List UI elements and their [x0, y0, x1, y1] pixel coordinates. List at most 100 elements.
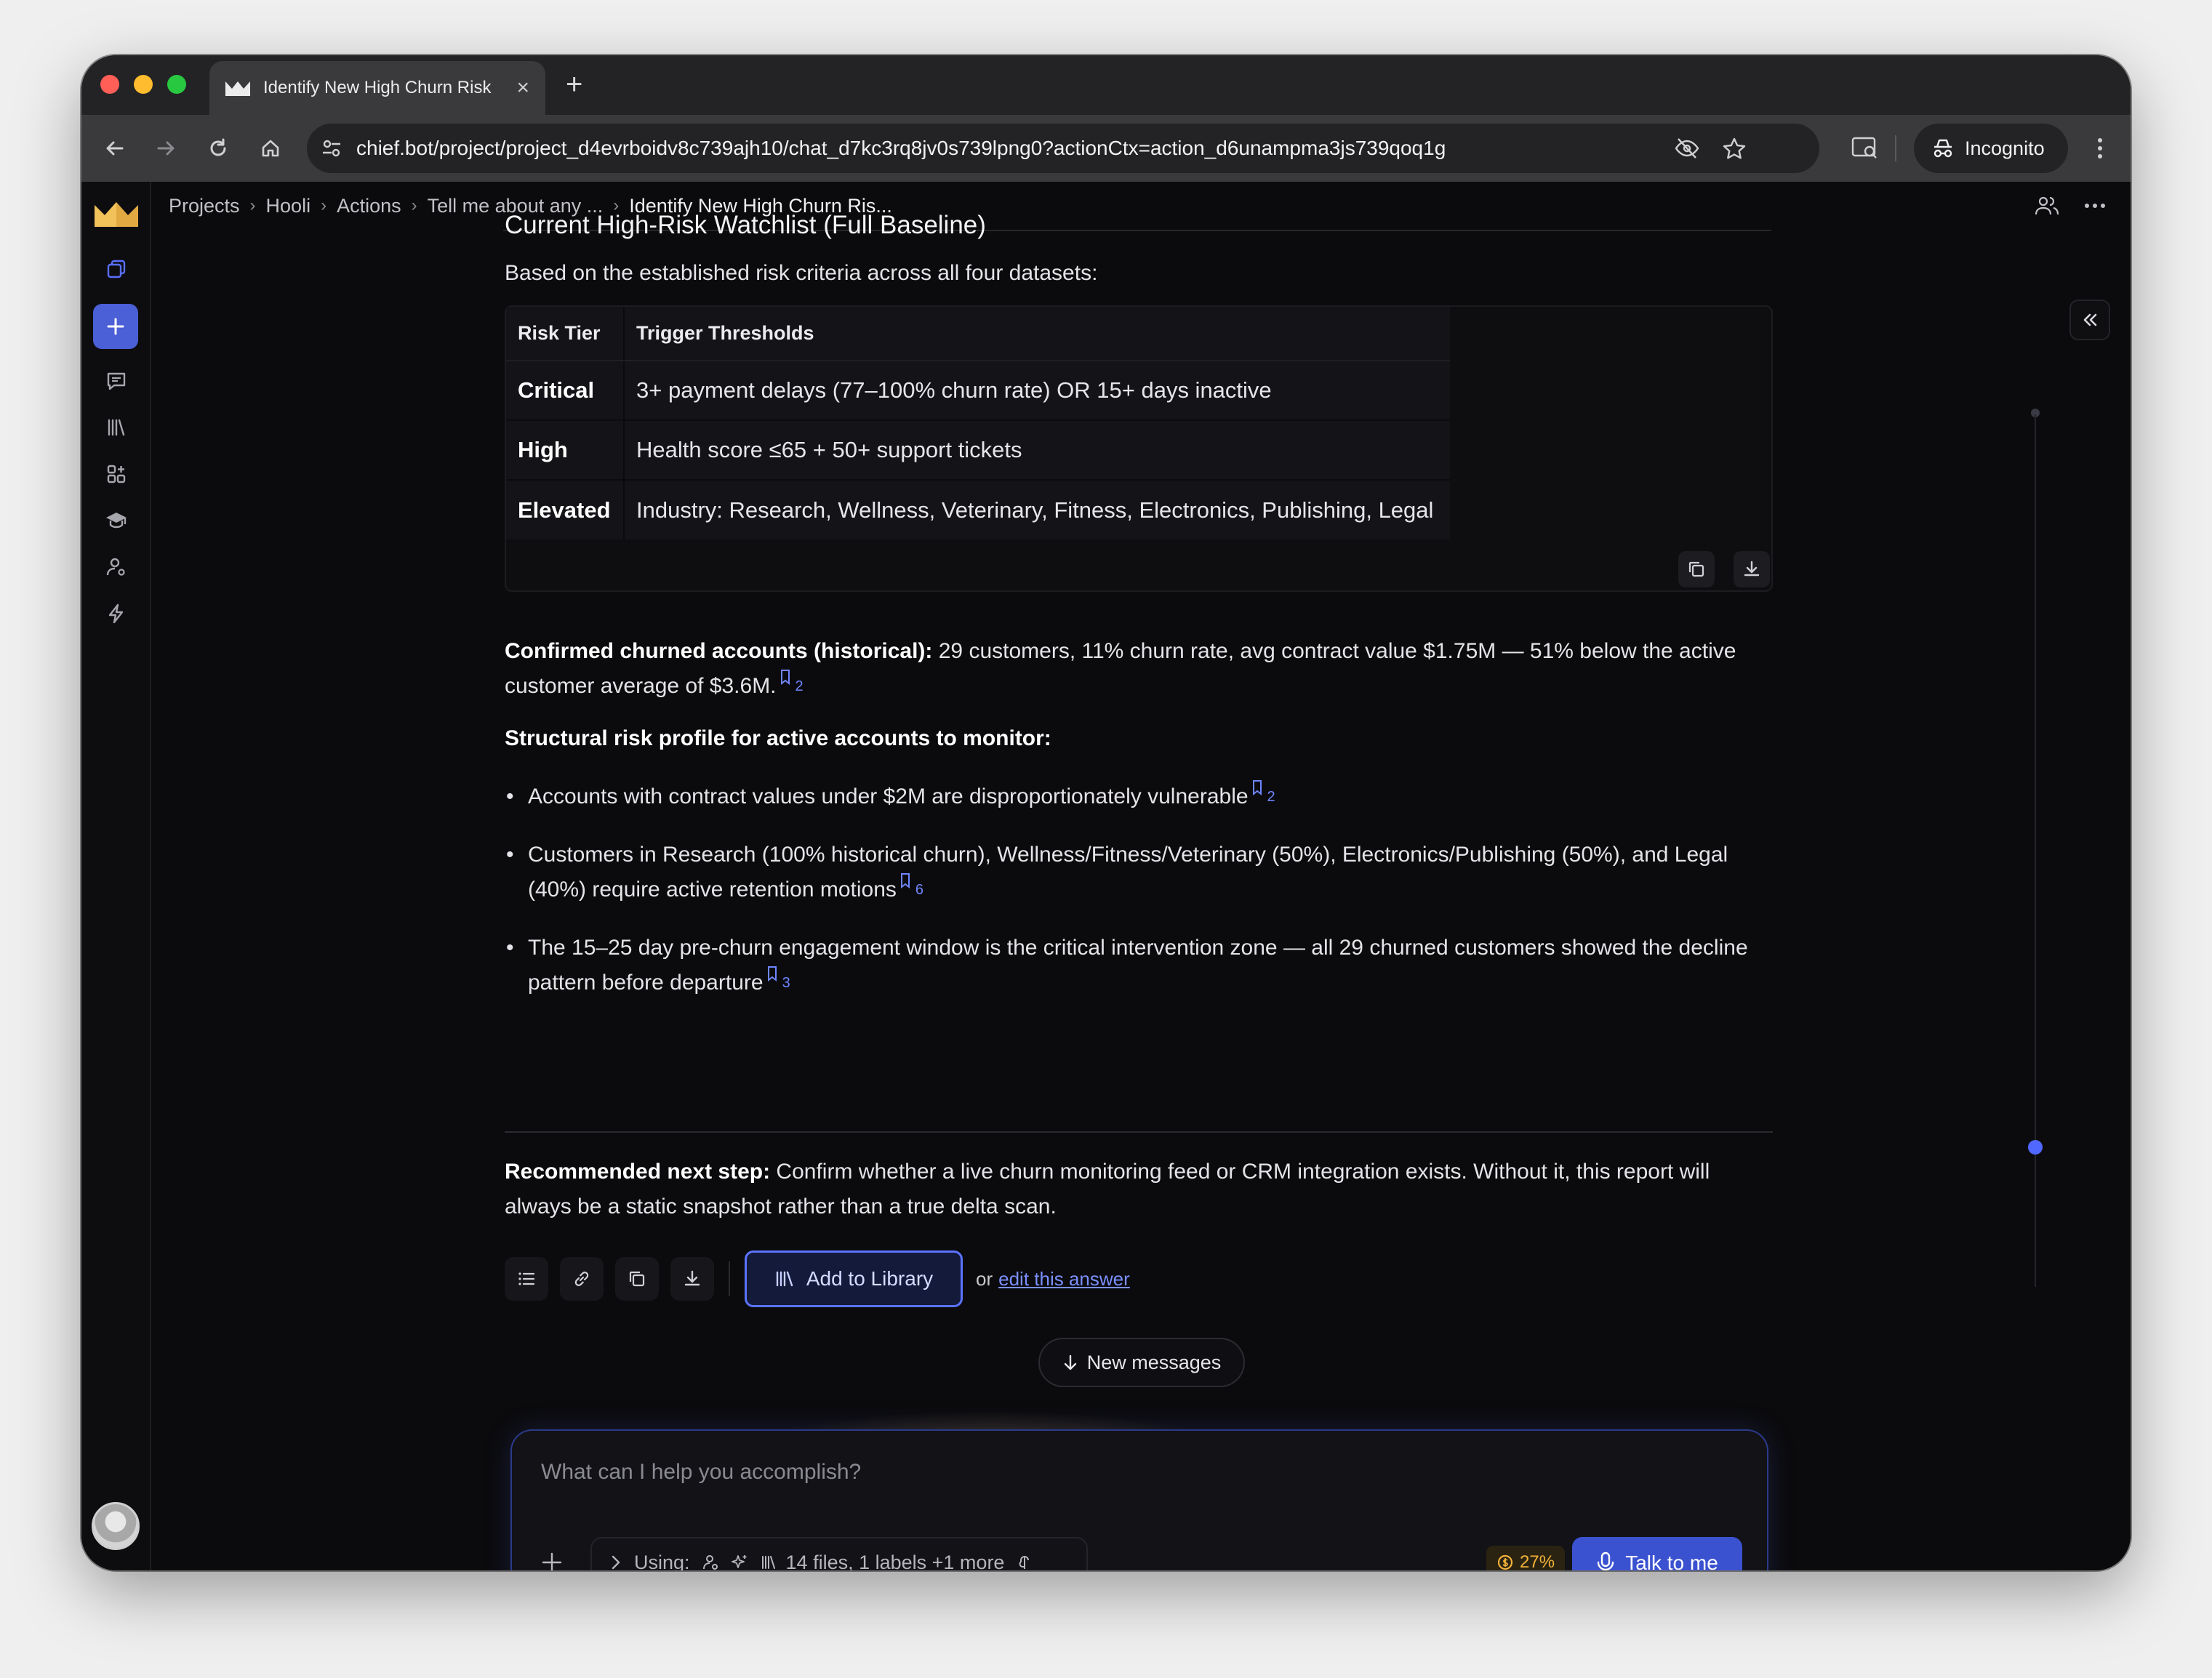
- library-icon: [760, 1554, 777, 1570]
- new-chat-button[interactable]: [93, 304, 138, 349]
- chevron-right-icon: ›: [411, 196, 417, 215]
- new-messages-button[interactable]: New messages: [1038, 1338, 1245, 1387]
- confirmed-churn-label: Confirmed churned accounts (historical):: [505, 639, 933, 663]
- sidebar-item-chats[interactable]: [99, 364, 134, 398]
- breadcrumb-item-projects[interactable]: Projects: [169, 195, 240, 217]
- incognito-icon: [1934, 139, 1952, 158]
- table-cell-threshold: 3+ payment delays (77–100% churn rate) O…: [624, 360, 1450, 420]
- sidebar-item-library[interactable]: [99, 410, 134, 445]
- sidebar-item-projects[interactable]: [99, 252, 134, 286]
- star-icon[interactable]: [1722, 137, 1747, 161]
- close-window-button[interactable]: [100, 75, 119, 94]
- add-to-library-label: Add to Library: [806, 1267, 934, 1290]
- maximize-window-button[interactable]: [167, 75, 186, 94]
- coin-icon: [1497, 1554, 1513, 1570]
- table-cell-threshold: Health score ≤65 + 50+ support tickets: [624, 420, 1450, 480]
- citation[interactable]: 2: [1251, 779, 1275, 814]
- incognito-label: Incognito: [1965, 137, 2045, 159]
- chief-logo-icon: [225, 81, 250, 96]
- library-icon: [108, 419, 125, 436]
- copy-stack-icon: [107, 260, 126, 278]
- copy-icon: [1688, 561, 1704, 577]
- home-icon: [262, 140, 279, 157]
- incognito-badge[interactable]: Incognito: [1914, 124, 2068, 173]
- chevron-right-icon: ›: [249, 196, 256, 215]
- context-sources-bar[interactable]: Using: 14 files, 1 labels +1 more: [590, 1537, 1088, 1570]
- lightning-icon: [108, 603, 124, 624]
- credits-badge[interactable]: 27%: [1486, 1546, 1566, 1570]
- outline-button[interactable]: [505, 1257, 548, 1301]
- breadcrumb-item-actions[interactable]: Actions: [337, 195, 401, 217]
- kebab-menu-icon: [2098, 138, 2102, 158]
- link-icon: [574, 1272, 589, 1286]
- sidebar-item-learn[interactable]: [99, 503, 134, 538]
- edit-answer-prompt: or edit this answer: [976, 1268, 1130, 1290]
- conversation-timeline[interactable]: [2035, 414, 2036, 1287]
- next-step-label: Recommended next step:: [505, 1160, 771, 1184]
- share-users-icon[interactable]: [2035, 195, 2059, 217]
- sidebar-item-people[interactable]: [99, 550, 134, 585]
- back-button[interactable]: [97, 131, 132, 166]
- credits-value: 27%: [1520, 1552, 1555, 1570]
- download-icon: [1744, 561, 1760, 577]
- browser-tab[interactable]: Identify New High Churn Risk ×: [209, 61, 545, 115]
- message-composer[interactable]: What can I help you accomplish? Using: 1…: [510, 1429, 1768, 1570]
- chevron-right-icon: ›: [321, 196, 327, 215]
- composer-input[interactable]: What can I help you accomplish?: [541, 1460, 861, 1485]
- search-tabs-icon[interactable]: [1851, 135, 1879, 161]
- breadcrumb-item-hooli[interactable]: Hooli: [266, 195, 311, 217]
- intro-text: Based on the established risk criteria a…: [505, 261, 1098, 285]
- user-avatar[interactable]: [92, 1502, 140, 1550]
- browser-menu-button[interactable]: [2083, 131, 2117, 166]
- files-summary: 14 files, 1 labels +1 more: [785, 1551, 1005, 1571]
- more-options-icon[interactable]: [2084, 202, 2106, 209]
- sparkles-icon: [731, 1554, 748, 1570]
- list-icon: [518, 1272, 535, 1285]
- address-bar[interactable]: chief.bot/project/project_d4evrboidv8c73…: [307, 124, 1819, 173]
- new-tab-button[interactable]: +: [566, 68, 582, 101]
- site-settings-icon[interactable]: [320, 137, 343, 160]
- table-cell-tier: High: [506, 420, 625, 480]
- sidebar-item-actions[interactable]: [99, 596, 134, 631]
- eye-off-icon[interactable]: [1674, 137, 1700, 160]
- copy-answer-button[interactable]: [615, 1257, 659, 1301]
- copy-table-button[interactable]: [1678, 551, 1715, 587]
- or-text: or: [976, 1267, 993, 1290]
- copy-link-button[interactable]: [560, 1257, 604, 1301]
- close-tab-icon[interactable]: ×: [516, 76, 529, 100]
- structural-heading-text: Structural risk profile for active accou…: [505, 726, 1051, 750]
- citation-number: 6: [915, 882, 924, 898]
- collapse-panel-button[interactable]: [2069, 300, 2110, 340]
- list-item: The 15–25 day pre-churn engagement windo…: [505, 931, 1773, 1000]
- reload-button[interactable]: [201, 131, 236, 166]
- column-header-trigger-thresholds: Trigger Thresholds: [624, 307, 1450, 361]
- timeline-current-marker[interactable]: [2028, 1140, 2043, 1155]
- chief-logo-icon[interactable]: [95, 201, 138, 227]
- download-table-button[interactable]: [1734, 551, 1770, 587]
- citation[interactable]: 3: [766, 966, 790, 1000]
- section-divider: [505, 1131, 1773, 1133]
- left-sidebar: [81, 182, 151, 1570]
- structural-heading: Structural risk profile for active accou…: [505, 721, 1051, 756]
- table-row: High Health score ≤65 + 50+ support tick…: [506, 420, 1450, 480]
- arrow-right-icon: [157, 141, 175, 156]
- sidebar-item-apps[interactable]: [99, 457, 134, 491]
- home-button[interactable]: [253, 131, 288, 166]
- citation-number: 3: [782, 975, 790, 991]
- answer-actions: Add to Library or edit this answer: [505, 1251, 1130, 1307]
- download-answer-button[interactable]: [670, 1257, 714, 1301]
- section-heading: Current High-Risk Watchlist (Full Baseli…: [505, 211, 986, 239]
- citation-number: 2: [795, 678, 804, 694]
- microphone-icon: [1597, 1551, 1614, 1570]
- tab-strip: Identify New High Churn Risk × +: [81, 55, 2131, 115]
- edit-answer-link[interactable]: edit this answer: [998, 1268, 1130, 1290]
- talk-to-me-button[interactable]: Talk to me: [1572, 1537, 1742, 1570]
- column-header-risk-tier: Risk Tier: [506, 307, 625, 361]
- attach-button[interactable]: [541, 1546, 563, 1570]
- minimize-window-button[interactable]: [134, 75, 153, 94]
- citation[interactable]: 6: [899, 872, 923, 907]
- forward-button[interactable]: [148, 131, 183, 166]
- table-cell-threshold: Industry: Research, Wellness, Veterinary…: [624, 479, 1450, 539]
- add-to-library-button[interactable]: Add to Library: [745, 1251, 963, 1307]
- citation[interactable]: 2: [780, 669, 804, 704]
